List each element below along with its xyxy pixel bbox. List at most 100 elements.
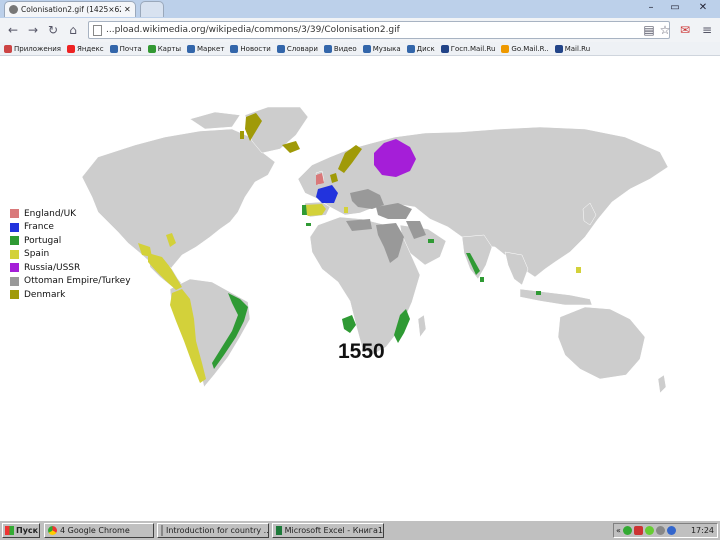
address-bar[interactable]: ...pload.wikimedia.org/wikipedia/commons…: [88, 21, 670, 39]
tab-title: Colonisation2.gif (1425×625): [21, 5, 121, 14]
bookmark-item[interactable]: Mail.Ru: [554, 44, 591, 53]
bookmark-label: Словари: [286, 44, 318, 53]
legend-item: Ottoman Empire/Turkey: [10, 275, 131, 289]
bookmark-label: Маркет: [197, 44, 225, 53]
new-tab-button[interactable]: [140, 1, 164, 17]
legend-label: Spain: [24, 249, 50, 260]
legend-label: Denmark: [24, 289, 66, 300]
bookmark-item[interactable]: Яндекс: [66, 44, 104, 53]
bookmark-icon: [276, 44, 285, 53]
chrome-icon: [48, 526, 57, 535]
tab-close-icon[interactable]: ✕: [124, 5, 131, 14]
legend-item: France: [10, 221, 131, 235]
bookmark-item[interactable]: Go.Mail.R..: [501, 44, 549, 53]
legend-item: Spain: [10, 248, 131, 262]
bookmark-icon: [323, 44, 332, 53]
task-chrome[interactable]: 4 Google Chrome: [44, 523, 154, 538]
bookmark-label: Карты: [157, 44, 182, 53]
menu-icon[interactable]: ≡: [698, 21, 716, 39]
legend-swatch: [10, 236, 19, 246]
bookmark-item[interactable]: Новости: [230, 44, 271, 53]
indonesia: [519, 288, 593, 306]
bookmark-label: Диск: [416, 44, 435, 53]
tray-volume-icon[interactable]: [655, 526, 665, 535]
bookmark-icon: [230, 44, 239, 53]
bookmark-item[interactable]: Приложения: [4, 44, 61, 53]
home-button[interactable]: ⌂: [64, 21, 82, 39]
minimize-button[interactable]: –: [640, 1, 662, 15]
task-excel[interactable]: Microsoft Excel - Книга1: [272, 523, 384, 538]
tray-language-icon[interactable]: [666, 526, 676, 535]
extension-icon[interactable]: ✉: [676, 21, 694, 39]
bookmark-icon: [440, 44, 449, 53]
spain-philippines: [576, 267, 581, 273]
bookmark-item[interactable]: Диск: [406, 44, 435, 53]
bookmark-item[interactable]: Почта: [109, 44, 142, 53]
legend-label: Russia/USSR: [24, 262, 81, 273]
bookmark-item[interactable]: Словари: [276, 44, 318, 53]
madagascar: [417, 314, 427, 338]
tray-shield-icon[interactable]: [633, 526, 643, 535]
bookmark-item[interactable]: Карты: [147, 44, 182, 53]
bookmark-icon: [109, 44, 118, 53]
legend-swatch: [10, 209, 19, 219]
bookmarks-bar: Приложения Яндекс Почта Карты Маркет Новости С…: [0, 42, 720, 56]
legend-swatch: [10, 263, 19, 273]
tray-clock: 17:24: [690, 526, 714, 535]
star-icon[interactable]: ☆: [656, 21, 674, 39]
arctic-islands: [189, 111, 241, 130]
bookmark-label: Видео: [333, 44, 357, 53]
page-icon: [93, 24, 102, 36]
bookmark-label: Музыка: [372, 44, 401, 53]
maximize-button[interactable]: ▭: [664, 1, 686, 15]
task-document-label: Introduction for country ...: [166, 526, 269, 535]
tab-active[interactable]: Colonisation2.gif (1425×625) ✕: [4, 1, 136, 17]
close-window-button[interactable]: ✕: [692, 1, 714, 15]
bookmark-icon: [187, 44, 196, 53]
bookmark-label: Mail.Ru: [564, 44, 591, 53]
tray-network-icon[interactable]: [622, 526, 632, 535]
portugal-west-africa: [342, 315, 356, 333]
bookmark-icon: [4, 44, 12, 53]
legend-label: England/UK: [24, 208, 77, 219]
excel-icon: [276, 526, 282, 535]
start-button[interactable]: Пуск: [2, 523, 40, 538]
favicon-icon: [9, 5, 18, 14]
document-icon: [161, 525, 163, 536]
bookmark-item[interactable]: Видео: [323, 44, 357, 53]
browser-toolbar: ← → ↻ ⌂ ...pload.wikimedia.org/wikipedia…: [0, 18, 720, 43]
legend-label: Portugal: [24, 235, 62, 246]
task-document[interactable]: Introduction for country ...: [157, 523, 269, 538]
start-label: Пуск: [16, 526, 39, 535]
legend-label: France: [24, 222, 54, 233]
bookmark-label: Почта: [119, 44, 142, 53]
back-button[interactable]: ←: [4, 21, 22, 39]
bookmark-icon: [501, 44, 510, 53]
legend-item: Russia/USSR: [10, 261, 131, 275]
url-text: ...pload.wikimedia.org/wikipedia/commons…: [106, 25, 400, 35]
legend-swatch: [10, 249, 19, 259]
bookmark-icon: [66, 44, 75, 53]
map-legend: England/UK France Portugal Spain Russia/USSR…: [10, 207, 131, 302]
bookmark-item[interactable]: Госп.Mail.Ru: [440, 44, 495, 53]
denmark-coast-1: [240, 131, 244, 139]
taskbar: Пуск 4 Google Chrome Introduction for co…: [0, 520, 720, 540]
forward-button[interactable]: →: [24, 21, 42, 39]
title-bar: Colonisation2.gif (1425×625) ✕ – ▭ ✕: [0, 0, 720, 18]
legend-item: Portugal: [10, 234, 131, 248]
spain-italy: [344, 207, 348, 213]
task-chrome-label: 4 Google Chrome: [60, 526, 130, 535]
legend-item: England/UK: [10, 207, 131, 221]
bookmark-icon: [362, 44, 371, 53]
bookmark-item[interactable]: Музыка: [362, 44, 401, 53]
new-zealand: [657, 374, 667, 394]
bookmark-icon: [554, 44, 563, 53]
australia: [557, 306, 646, 380]
system-tray: « 17:24: [613, 523, 718, 538]
bookmark-label: Go.Mail.R..: [511, 44, 549, 53]
bookmark-item[interactable]: Маркет: [187, 44, 225, 53]
tray-expand-icon[interactable]: «: [616, 526, 621, 535]
bookmark-icon: [147, 44, 156, 53]
reload-button[interactable]: ↻: [44, 21, 62, 39]
tray-update-icon[interactable]: [644, 526, 654, 535]
